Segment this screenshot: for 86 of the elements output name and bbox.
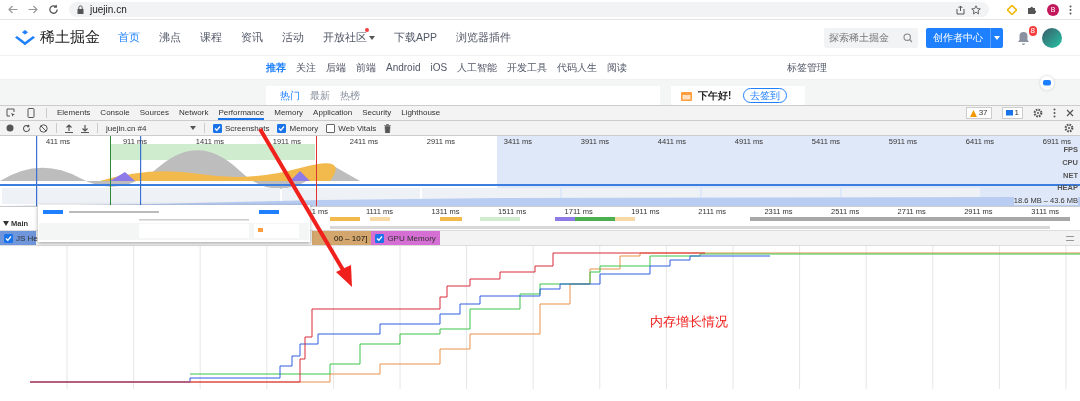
calendar-icon — [681, 90, 692, 101]
lock-icon — [77, 5, 84, 14]
counter-label: GPU Memory — [387, 233, 436, 243]
category-link[interactable]: 前端 — [356, 60, 376, 75]
category-link[interactable]: 阅读 — [607, 60, 628, 75]
checkbox-label: Memory — [289, 123, 319, 133]
caret-icon — [994, 35, 1000, 40]
devtools-tab[interactable]: Sources — [139, 106, 170, 120]
settings-icon[interactable] — [1033, 108, 1043, 118]
counter-chip[interactable]: 00 – 107] — [312, 231, 372, 245]
device-icon[interactable] — [26, 108, 36, 118]
nav-link[interactable]: 资讯 — [241, 30, 263, 45]
annotation-text: 内存增长情况 — [650, 313, 728, 331]
nav-link[interactable]: 首页 — [118, 30, 140, 45]
devtools-tab[interactable]: Network — [179, 106, 209, 120]
nav-link[interactable]: 沸点 — [159, 30, 181, 45]
devtools-tab[interactable]: Memory — [274, 106, 304, 120]
more-icon[interactable] — [1053, 108, 1056, 118]
menu-icon[interactable] — [1069, 4, 1072, 15]
nav-link[interactable]: 活动 — [282, 30, 304, 45]
url-text: juejin.cn — [90, 4, 127, 15]
logo-text[interactable]: 稀土掘金 — [40, 28, 100, 47]
record-icon[interactable] — [6, 124, 14, 132]
devtools-tab[interactable]: Lighthouse — [401, 106, 441, 120]
feed-tab[interactable]: 热门 — [280, 88, 300, 103]
category-link[interactable]: 代码人生 — [557, 60, 598, 75]
nav-link[interactable]: 浏览器插件 — [456, 30, 511, 45]
message-icon — [1005, 109, 1013, 117]
category-link[interactable]: 人工智能 — [457, 60, 498, 75]
checkbox[interactable] — [4, 233, 13, 243]
warning-icon — [969, 109, 977, 117]
back-icon[interactable] — [8, 5, 18, 14]
reload-icon[interactable] — [48, 4, 59, 15]
chat-icon[interactable] — [1040, 76, 1054, 90]
caret-icon — [190, 126, 196, 130]
devtools-tab[interactable]: Console — [100, 106, 130, 120]
star-icon[interactable] — [971, 4, 981, 15]
category-link[interactable]: 关注 — [296, 60, 316, 75]
caret-icon — [369, 35, 375, 40]
settings-icon[interactable] — [1064, 123, 1074, 133]
dropdown-button[interactable] — [990, 27, 1003, 48]
devtools-tab[interactable]: Elements — [57, 106, 91, 120]
target-select[interactable]: juejin.cn #4 — [106, 123, 196, 133]
checkbox-label: Screenshots — [225, 123, 270, 133]
nav-link[interactable]: 课程 — [200, 30, 222, 45]
forward-icon[interactable] — [28, 5, 38, 14]
search-field[interactable]: 探索稀土掘金 — [824, 27, 918, 48]
trash-icon[interactable] — [384, 123, 392, 133]
checkbox[interactable] — [277, 123, 287, 133]
category-link[interactable]: 推荐 — [266, 60, 286, 75]
drag-handle[interactable] — [1066, 235, 1074, 241]
message-count[interactable]: 1 — [1001, 107, 1023, 119]
notification-badge: 8 — [1028, 25, 1037, 36]
notification-dot — [365, 27, 369, 32]
category-link[interactable]: Android — [386, 62, 421, 73]
devtools-tab[interactable]: Security — [362, 106, 392, 120]
nav-link[interactable]: 下载APP — [394, 30, 437, 45]
checkbox[interactable] — [213, 123, 222, 133]
warning-count[interactable]: 37 — [965, 107, 992, 119]
puzzle-icon[interactable] — [1027, 4, 1037, 15]
download-icon[interactable] — [81, 123, 89, 133]
expand-icon[interactable] — [3, 221, 9, 226]
sign-in-button[interactable]: 去签到 — [743, 88, 788, 103]
close-icon[interactable] — [1066, 109, 1074, 117]
checkbox[interactable] — [326, 123, 336, 133]
category-link[interactable]: iOS — [430, 62, 448, 73]
reload-icon[interactable] — [22, 123, 31, 133]
category-link[interactable]: 后端 — [326, 60, 346, 75]
search-icon[interactable] — [903, 32, 913, 43]
inspect-icon[interactable] — [6, 108, 16, 118]
nav-menu[interactable]: 开放社区 — [323, 30, 375, 45]
creator-center-button[interactable]: 创作者中心 — [926, 27, 990, 48]
checkbox-label: Web Vitals — [338, 123, 377, 133]
greeting-text: 下午好! — [698, 88, 732, 103]
devtools-tab[interactable]: Application — [313, 106, 353, 120]
logo-icon — [14, 28, 36, 47]
user-avatar[interactable] — [1042, 27, 1062, 48]
bell-icon[interactable] — [1017, 30, 1030, 45]
tag-manage-link[interactable]: 标签管理 — [787, 60, 828, 75]
category-link[interactable]: 开发工具 — [507, 60, 548, 75]
upload-icon[interactable] — [65, 123, 73, 133]
share-icon[interactable] — [956, 4, 965, 15]
address-bar[interactable]: juejin.cn — [69, 2, 989, 17]
clear-icon[interactable] — [39, 123, 48, 133]
checkbox[interactable] — [375, 233, 385, 243]
counter-chip[interactable]: GPU Memory — [371, 231, 440, 245]
